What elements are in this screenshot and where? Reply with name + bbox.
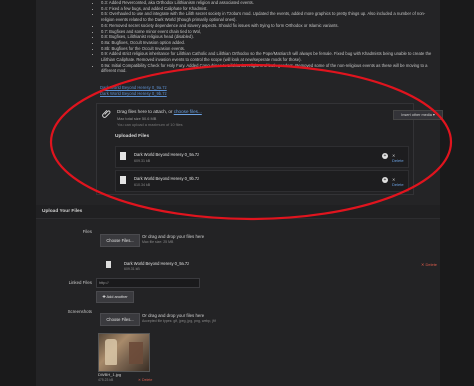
changelog: 0.3: Added Reverconted, aka Orthodox Lil… xyxy=(92,0,432,74)
uploaded-files-title: Uploaded Files xyxy=(115,134,150,139)
insert-plus-icon[interactable]: + xyxy=(382,153,388,159)
uploaded-file-row: Dark World Beyond Heresy 0_9b.7z 610.34 … xyxy=(115,170,409,192)
attachment-dropzone[interactable]: Drag files here to attach, or choose fil… xyxy=(96,103,443,195)
file-size: 610.34 kB xyxy=(134,183,151,187)
file-icon xyxy=(106,261,111,268)
screenshot-delete-button[interactable]: ✕ Delete xyxy=(138,378,152,382)
uploaded-file-row: Dark World Beyond Heresy 0_9a.7z 609.31 … xyxy=(115,146,409,168)
screenshot-thumbnail[interactable] xyxy=(98,333,150,372)
paperclip-icon xyxy=(102,110,111,118)
insert-plus-icon[interactable]: + xyxy=(382,177,388,183)
changelog-item: 0.9: Added strict religious inheritance … xyxy=(101,51,432,62)
thumbnail-figure xyxy=(105,339,117,365)
page: 0.3: Added Reverconted, aka Orthodox Lil… xyxy=(0,0,474,386)
download-links: Dark World Beyond Heresy 0_9a.7z Dark Wo… xyxy=(100,85,167,96)
download-link[interactable]: Dark World Beyond Heresy 0_9a.7z xyxy=(100,85,167,91)
screenshots-label: Screenshots xyxy=(67,309,92,314)
changelog-item: 0.9a: Initial Compatibility Check for Ho… xyxy=(101,63,432,74)
upload-section-header: Upload Your Files xyxy=(36,205,440,219)
delete-button[interactable]: ✕ Delete xyxy=(392,177,408,187)
file-size: 609.31 kB xyxy=(124,267,140,271)
choose-files-button[interactable]: Choose Files... xyxy=(100,234,140,247)
file-name: Dark World Beyond Heresy 0_9a.7z xyxy=(134,152,200,157)
max-total-size: Max total size 50.6 MB xyxy=(117,116,157,121)
max-file-size: Max file size: 25 MB xyxy=(142,240,174,244)
choose-screenshots-button[interactable]: Choose Files... xyxy=(100,313,140,326)
delete-button[interactable]: ✕ Delete xyxy=(392,153,408,163)
linked-files-label: Linked Files xyxy=(68,280,92,285)
file-icon xyxy=(120,176,126,184)
files-label: Files xyxy=(82,229,92,234)
file-name: Dark World Beyond Heresy 0_9a.7z xyxy=(124,261,190,266)
accepted-file-types: Accepted file types: gif, jpeg, jpg, png… xyxy=(142,319,216,323)
screenshot-size: 475.23 kB xyxy=(98,378,114,382)
drag-hint: Or drag and drop your files here xyxy=(142,234,205,239)
changelog-item: 0.5: Overhauled to use and integrate wit… xyxy=(101,11,432,22)
file-name: Dark World Beyond Heresy 0_9b.7z xyxy=(134,176,200,181)
add-another-button[interactable]: ✚ Add another xyxy=(96,291,134,303)
download-link[interactable]: Dark World Beyond Heresy 0_9b.7z xyxy=(100,91,167,97)
insert-media-button[interactable]: Insert other media ▾ xyxy=(393,110,443,120)
screenshot-name: DWBH_1.jpg xyxy=(98,372,122,377)
choose-files-link[interactable]: choose files... xyxy=(174,109,202,114)
max-files-note: You can upload a maximum of 10 files xyxy=(117,122,183,127)
drag-hint: Drag files here to attach, or choose fil… xyxy=(117,109,202,114)
linked-file-input[interactable]: http:// xyxy=(96,278,200,288)
delete-button[interactable]: ✕ Delete xyxy=(421,262,437,267)
thumbnail-figure xyxy=(129,342,143,364)
file-size: 609.31 kB xyxy=(134,159,151,163)
file-icon xyxy=(120,152,126,160)
screenshot-drag-hint: Or drag and drop your files here xyxy=(142,313,205,318)
